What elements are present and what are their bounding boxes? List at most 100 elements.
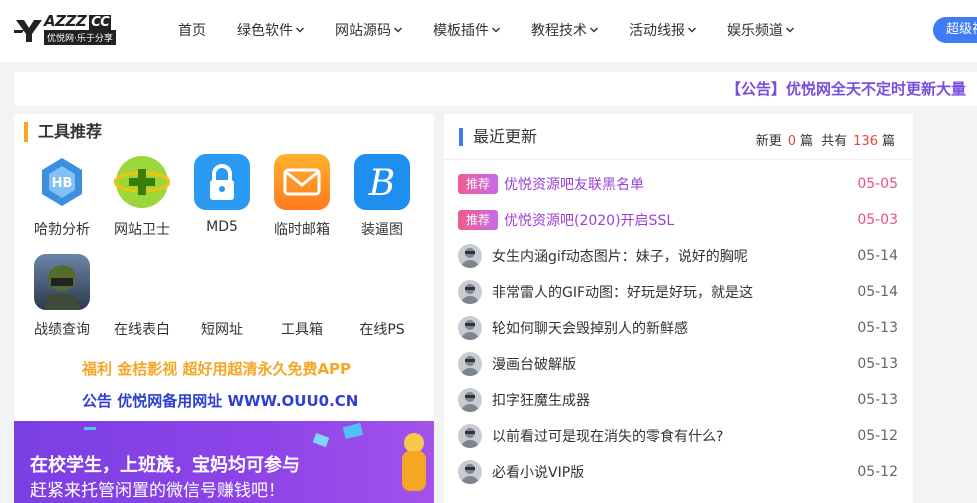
tool-icon-placeholder	[342, 254, 422, 310]
recommend-badge: 推荐	[458, 174, 498, 194]
list-item-title[interactable]: 以前看过可是现在消失的零食有什么?	[492, 426, 857, 446]
tool-item[interactable]: 在线PS	[342, 254, 422, 339]
chevron-down-icon	[296, 27, 304, 33]
logo-text: AZZZ CC	[44, 12, 112, 30]
nav-item[interactable]: 娱乐频道	[727, 20, 795, 40]
shield-plus-icon	[114, 154, 170, 210]
tool-icon-placeholder	[102, 254, 182, 310]
tool-item[interactable]: 短网址	[182, 254, 262, 339]
lock-icon	[194, 154, 250, 210]
tool-label: 网站卫士	[114, 222, 170, 238]
list-item[interactable]: 女生内涵gif动态图片：妹子，说好的胸呢 05-14	[458, 243, 898, 269]
chevron-down-icon	[492, 27, 500, 33]
list-item-title[interactable]: 必看小说VIP版	[492, 462, 857, 482]
site-header: AZZZ CC 优悦网·乐于分享 首页 绿色软件 网站源码 模板插件 教程技术 活动线报 娱乐…	[0, 0, 977, 62]
b-letter-icon: B	[354, 154, 410, 210]
list-item-date: 05-14	[857, 284, 898, 300]
notice-text[interactable]: 【公告】优悦网全天不定时更新大量	[726, 78, 966, 99]
list-item-date: 05-03	[857, 212, 898, 228]
nav-item-label: 网站源码	[335, 23, 391, 39]
author-avatar	[458, 460, 482, 484]
list-item[interactable]: 漫画台破解版 05-13	[458, 351, 898, 377]
main-nav: 首页 绿色软件 网站源码 模板插件 教程技术 活动线报 娱乐频道	[178, 20, 825, 40]
list-item-date: 05-12	[857, 428, 898, 444]
author-avatar	[458, 424, 482, 448]
site-logo[interactable]: AZZZ CC 优悦网·乐于分享	[14, 12, 124, 46]
nav-item-label: 娱乐频道	[727, 23, 783, 39]
chevron-down-icon	[688, 27, 696, 33]
author-avatar	[458, 280, 482, 304]
ad-banner[interactable]: 在校学生，上班族，宝妈均可参与 赶紧来托管闲置的微信号赚钱吧！	[14, 421, 434, 503]
tool-label: 在线PS	[359, 322, 405, 338]
tool-item[interactable]: HB 哈勃分析	[22, 154, 102, 239]
list-item-title[interactable]: 轮如何聊天会毁掉别人的新鲜感	[492, 318, 857, 338]
author-avatar	[458, 244, 482, 268]
nav-item[interactable]: 教程技术	[531, 20, 599, 40]
hubble-icon: HB	[34, 154, 90, 210]
nav-item-label: 绿色软件	[237, 23, 293, 39]
promo-link-notice[interactable]: 公告 优悦网备用网址 WWW.OUU0.CN	[82, 390, 358, 411]
list-item-title[interactable]: 漫画台破解版	[492, 354, 857, 374]
nav-item-label: 首页	[178, 23, 206, 39]
list-item[interactable]: 扣字狂魔生成器 05-13	[458, 387, 898, 413]
tools-panel: 工具推荐 HB 哈勃分析 网站卫士 MD5 临时邮箱 B 装逼图战绩查询 在线表白 短网址 工具箱…	[14, 114, 434, 503]
list-item[interactable]: 以前看过可是现在消失的零食有什么? 05-12	[458, 423, 898, 449]
list-item-date: 05-14	[857, 248, 898, 264]
tool-label: 在线表白	[114, 322, 170, 338]
latest-title: 最近更新	[459, 128, 537, 146]
list-item[interactable]: 推荐 优悦资源吧(2020)开启SSL 05-03	[458, 207, 898, 233]
svg-text:B: B	[368, 163, 395, 204]
nav-item[interactable]: 绿色软件	[237, 20, 305, 40]
vip-button[interactable]: 超级视	[933, 17, 977, 43]
tool-label: 临时邮箱	[274, 222, 330, 238]
chevron-down-icon	[394, 27, 402, 33]
list-item-date: 05-05	[857, 176, 898, 192]
chevron-down-icon	[786, 27, 794, 33]
tool-item[interactable]: B 装逼图	[342, 154, 422, 239]
list-item-title[interactable]: 优悦资源吧友联黑名单	[504, 174, 857, 194]
tool-label: 工具箱	[281, 322, 323, 338]
game-avatar-icon	[34, 254, 90, 310]
tool-item[interactable]: 工具箱	[262, 254, 342, 339]
list-item-title[interactable]: 非常雷人的GIF动图：好玩是好玩，就是这	[492, 282, 857, 302]
tool-icon-placeholder	[182, 254, 262, 310]
author-avatar	[458, 388, 482, 412]
list-item[interactable]: 非常雷人的GIF动图：好玩是好玩，就是这 05-14	[458, 279, 898, 305]
tool-item[interactable]: MD5	[182, 154, 262, 235]
tool-item[interactable]: 在线表白	[102, 254, 182, 339]
tool-icon-placeholder	[262, 254, 342, 310]
latest-header: 最近更新 新更 0 篇 共有 136 篇	[444, 114, 913, 160]
nav-item[interactable]: 网站源码	[335, 20, 403, 40]
nav-item[interactable]: 活动线报	[629, 20, 697, 40]
chevron-down-icon	[590, 27, 598, 33]
nav-item-label: 活动线报	[629, 23, 685, 39]
list-item[interactable]: 推荐 优悦资源吧友联黑名单 05-05	[458, 171, 898, 197]
nav-item[interactable]: 首页	[178, 20, 206, 40]
list-item-title[interactable]: 优悦资源吧(2020)开启SSL	[504, 210, 857, 230]
banner-line-1: 在校学生，上班族，宝妈均可参与	[30, 455, 300, 476]
svg-text:HB: HB	[52, 176, 73, 191]
nav-item[interactable]: 模板插件	[433, 20, 501, 40]
promo-link-welfare[interactable]: 福利 金桔影视 超好用超清永久免费APP	[82, 358, 351, 379]
logo-mark-icon	[14, 20, 42, 42]
list-item-date: 05-13	[857, 356, 898, 372]
author-avatar	[458, 316, 482, 340]
list-item-date: 05-13	[857, 392, 898, 408]
tool-label: 哈勃分析	[34, 222, 90, 238]
nav-item-label: 模板插件	[433, 23, 489, 39]
tool-item[interactable]: 战绩查询	[22, 254, 102, 339]
tool-item[interactable]: 网站卫士	[102, 154, 182, 239]
tools-panel-title: 工具推荐	[24, 122, 102, 142]
tool-label: MD5	[206, 219, 238, 235]
tool-item[interactable]: 临时邮箱	[262, 154, 342, 239]
latest-stats: 新更 0 篇 共有 136 篇	[755, 134, 895, 149]
list-item-title[interactable]: 扣字狂魔生成器	[492, 390, 857, 410]
list-item-title[interactable]: 女生内涵gif动态图片：妹子，说好的胸呢	[492, 246, 857, 266]
list-item[interactable]: 必看小说VIP版 05-12	[458, 459, 898, 485]
list-item-date: 05-12	[857, 464, 898, 480]
tool-label: 战绩查询	[34, 322, 90, 338]
notice-bar: 【公告】优悦网全天不定时更新大量	[14, 72, 977, 106]
list-item[interactable]: 轮如何聊天会毁掉别人的新鲜感 05-13	[458, 315, 898, 341]
nav-item-label: 教程技术	[531, 23, 587, 39]
list-item-date: 05-13	[857, 320, 898, 336]
